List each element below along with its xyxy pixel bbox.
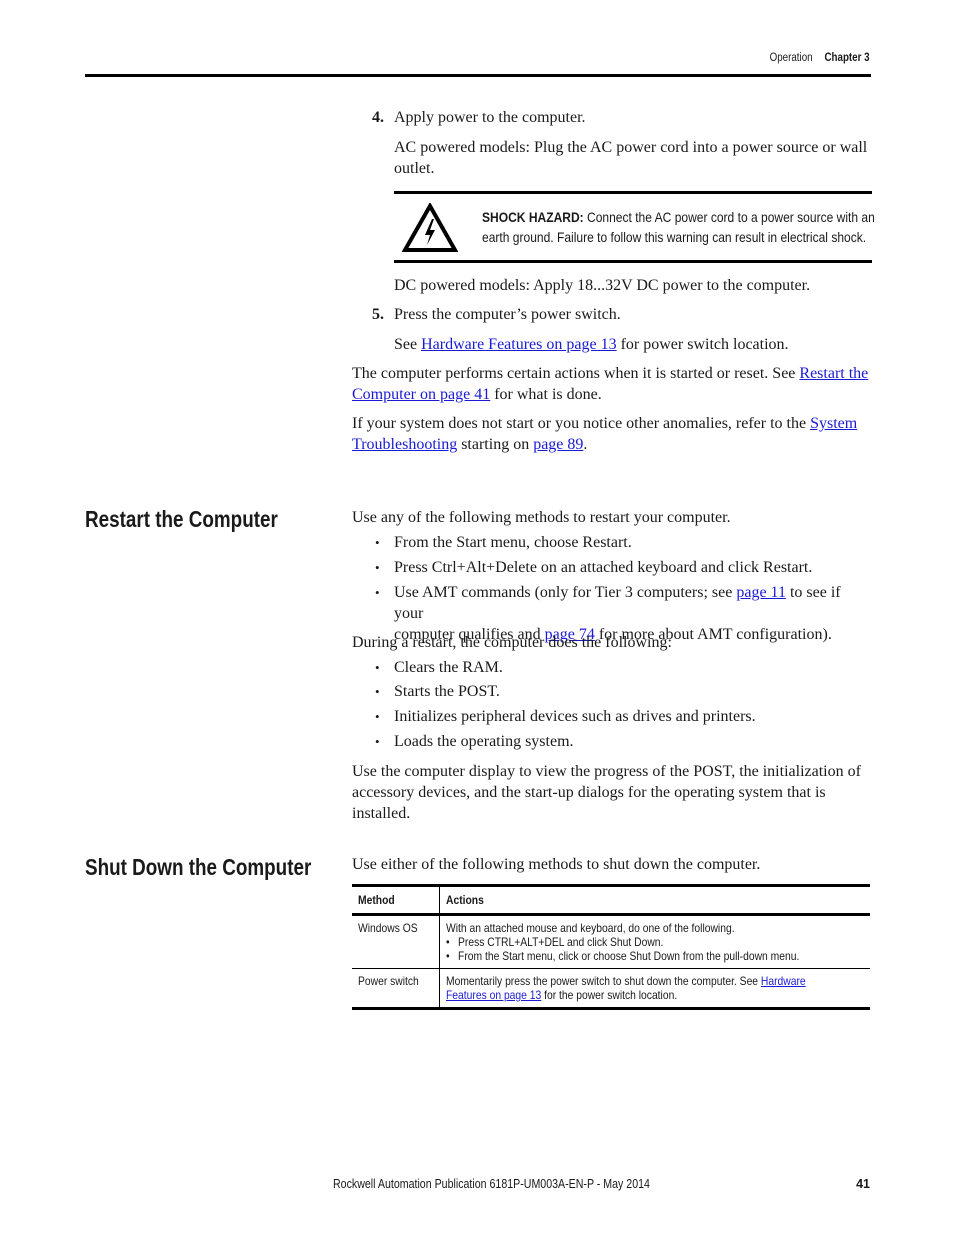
header-rule [85,74,871,77]
column-header-method: Method [352,885,440,915]
actions-cell: Momentarily press the power switch to sh… [439,969,870,1009]
section-heading-shutdown: Shut Down the Computer [85,854,312,880]
actions-suffix: for what is done. [490,386,602,403]
restart-intro: Use any of the following methods to rest… [352,509,731,526]
power-switch-reference: See Hardware Features on page 13 for pow… [394,334,872,355]
hazard-text: SHOCK HAZARD: Connect the AC power cord … [482,207,875,247]
page-11-link[interactable]: page 11 [736,584,786,601]
action-bullet: Press CTRL+ALT+DEL and click Shut Down. [446,935,806,949]
restart-method: From the Start menu, choose Restart. [375,532,872,553]
restart-link-part-1[interactable]: Restart the [799,365,868,382]
amt-text: Use AMT commands (only for Tier 3 comput… [394,584,737,601]
header-chapter: Chapter 3 [824,52,870,64]
shock-hazard-icon [402,203,458,252]
actions-text: With an attached mouse and keyboard, do … [446,921,806,963]
hazard-line-2: earth ground. Failure to follow this war… [482,229,867,245]
page-number: 41 [856,1177,870,1191]
system-troubleshooting-link-part-1[interactable]: System [810,415,857,432]
ac-powered-note: AC powered models: Plug the AC power cor… [394,139,868,177]
footer-publication: Rockwell Automation Publication 6181P-UM… [333,1177,650,1191]
action-bullet: From the Start menu, click or choose Shu… [446,949,806,963]
restart-step: Starts the POST. [375,681,872,702]
shutdown-intro: Use either of the following methods to s… [352,856,761,873]
page-89-link[interactable]: page 89 [533,436,583,453]
restart-method: Press Ctrl+Alt+Delete on an attached key… [375,557,872,578]
system-troubleshooting-link-part-2[interactable]: Troubleshooting [352,436,457,453]
troubleshoot-text: If your system does not start or you not… [352,415,811,432]
actions-text: Momentarily press the power switch to sh… [445,974,806,1002]
step-5-number: 5. [372,306,384,323]
table-header-row: Method Actions [352,885,870,915]
header-section: Operation [770,52,814,64]
step-5-text: Press the computer’s power switch. [394,306,621,323]
see-suffix: for power switch location. [616,336,789,353]
restart-step: Initializes peripheral devices such as d… [375,706,872,727]
hardware-features-table-link-part-1[interactable]: Hardware [761,974,806,988]
actions-text: The computer performs certain actions wh… [352,365,800,382]
during-restart-intro: During a restart, the computer does the … [352,634,672,651]
running-header: Operation Chapter 3 [770,52,870,64]
actions-cell: With an attached mouse and keyboard, do … [439,915,870,969]
restart-link-part-2[interactable]: Computer on page 41 [352,386,490,403]
method-cell: Windows OS [352,914,440,969]
table-row: Windows OS With an attached mouse and ke… [352,914,870,969]
restart-outro: Use the computer display to view the pro… [352,763,861,822]
troubleshoot-suffix: . [583,436,588,453]
hazard-label: SHOCK HAZARD: [482,209,584,225]
shock-hazard-callout: SHOCK HAZARD: Connect the AC power cord … [394,191,875,263]
dc-powered-note: DC powered models: Apply 18...32V DC pow… [394,277,811,294]
troubleshoot-paragraph: If your system does not start or you not… [352,413,872,455]
hardware-features-link[interactable]: Hardware Features on page 13 [421,336,616,353]
restart-step: Clears the RAM. [375,657,872,678]
step-4-text: Apply power to the computer. [394,109,586,126]
restart-step: Loads the operating system. [375,731,872,752]
hazard-line-1: Connect the AC power cord to a power sou… [583,209,875,225]
see-prefix: See [394,336,422,353]
actions-paragraph: The computer performs certain actions wh… [352,363,872,405]
shutdown-methods-table: Method Actions Windows OS With an attach… [352,884,870,1010]
hardware-features-table-link-part-2[interactable]: Features on page 13 [446,988,541,1002]
method-cell: Power switch [352,968,440,1009]
troubleshoot-mid: starting on [457,436,534,453]
section-heading-restart: Restart the Computer [85,506,278,532]
column-header-actions: Actions [445,893,484,907]
table-row: Power switch Momentarily press the power… [352,968,870,1009]
step-4-number: 4. [372,109,384,126]
